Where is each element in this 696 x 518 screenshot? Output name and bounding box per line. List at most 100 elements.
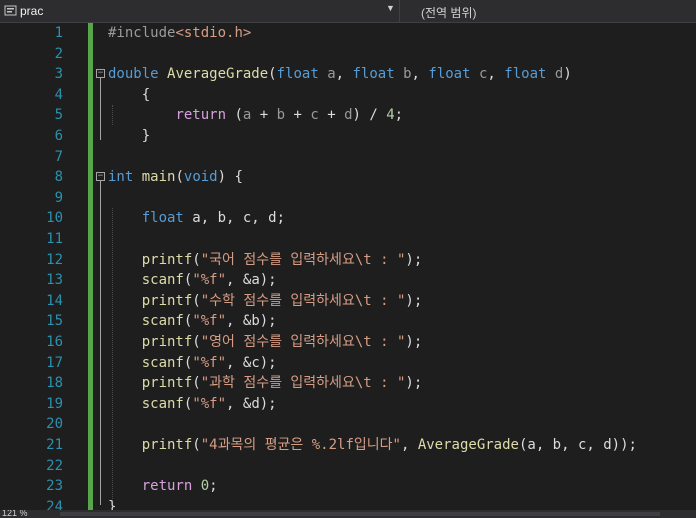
code-token: , &c); [226,354,277,371]
code-token: void [183,169,218,186]
line-number: 20 [46,416,63,433]
code-token: float [352,66,395,83]
line-number: 19 [46,395,63,412]
code-token: return [141,478,193,495]
member-scope-dropdown[interactable]: (전역 범위) [401,0,696,22]
code-editor[interactable]: − − 1 2 3 4 5 6 7 8 9 10 11 12 13 14 15 16 17 18 19 20 21 22 2… [0,23,696,515]
code-token: b [276,107,286,124]
code-token: printf [141,375,193,392]
code-line[interactable]: return 0; [108,476,218,497]
code-token: "국어 점수를 입력하세요\t : " [200,251,406,268]
project-scope-dropdown[interactable]: prac ▼ [0,0,400,22]
code-token: , &d); [226,395,277,412]
code-token: ; [394,107,404,124]
code-token: ( [192,437,201,453]
code-token: , [400,437,418,453]
horizontal-scrollbar[interactable] [60,512,660,516]
zoom-level[interactable]: 121 % [2,510,28,518]
code-token: printf [141,251,193,268]
code-token: <stdio.h> [175,25,252,41]
line-number: 2 [54,45,63,62]
line-number: 22 [46,457,63,474]
code-token: { [108,86,151,103]
code-token: AverageGrade [167,66,269,83]
code-token: "%f" [192,313,227,330]
code-token: return [175,107,227,124]
line-number: 6 [54,128,63,144]
code-line[interactable]: scanf("%f", &a); [108,270,277,291]
code-token: ; [209,478,218,495]
line-number: 4 [54,86,63,103]
line-number: 9 [54,189,63,206]
code-token: d [344,107,353,124]
code-token: printf [141,334,193,350]
code-line[interactable]: } [108,126,150,147]
code-token: ); [405,375,423,392]
code-line[interactable]: int main(void) { [108,167,243,188]
code-token: , [411,66,429,83]
code-token: "%f" [192,395,227,412]
code-line[interactable]: printf("국어 점수를 입력하세요\t : "); [108,250,423,271]
code-token: 0 [200,478,210,495]
line-number: 23 [46,478,63,495]
project-icon [4,5,17,16]
code-token: a, b, c, d; [183,210,286,227]
fold-region-line [100,181,101,505]
code-line[interactable]: scanf("%f", &c); [108,353,277,374]
code-line[interactable]: scanf("%f", &d); [108,394,277,415]
code-line[interactable]: printf("수학 점수를 입력하세요\t : "); [108,291,423,312]
line-number: 5 [54,107,63,124]
code-token: + [318,107,345,124]
code-token: #include [108,25,176,41]
code-token: scanf [141,313,184,330]
code-token: ( [192,292,201,309]
code-token: int [108,169,134,186]
line-number: 3 [54,66,63,83]
code-token: ( [175,169,184,186]
code-token: + [285,107,311,124]
code-line[interactable]: return (a + b + c + d) / 4; [108,105,403,126]
code-token: main [141,169,176,186]
code-token: (a, b, c, d)); [518,437,637,453]
code-token: ) { [217,169,243,186]
code-token: scanf [141,395,184,412]
code-token: + [251,107,277,124]
code-line[interactable]: #include<stdio.h> [108,23,251,44]
code-token: ); [405,334,423,350]
fold-toggle-icon[interactable]: − [96,172,105,181]
code-token: ); [405,292,423,309]
code-line[interactable]: printf("영어 점수를 입력하세요\t : "); [108,332,423,353]
fold-toggle-icon[interactable]: − [96,69,105,78]
code-line[interactable]: double AverageGrade(float a, float b, fl… [108,64,572,85]
code-token: , &b); [226,313,277,330]
code-token: "%f" [192,354,227,371]
line-number: 16 [46,334,63,350]
line-number: 14 [46,292,63,309]
line-number: 8 [54,169,63,186]
code-token: a [327,66,336,83]
chevron-down-icon[interactable]: ▼ [386,3,395,13]
code-token: float [504,66,547,83]
code-token: ( [192,375,201,392]
code-token: scanf [141,272,184,289]
code-token: ( [192,251,201,268]
code-line[interactable]: printf("4과목의 평균은 %.2lf입니다", AverageGrade… [108,435,637,456]
code-line[interactable]: float a, b, c, d; [108,208,285,229]
code-line[interactable]: scanf("%f", &b); [108,311,277,332]
code-line[interactable]: { [108,85,150,106]
line-number: 18 [46,375,63,392]
code-token: "과학 점수를 입력하세요\t : " [200,375,406,392]
code-line[interactable]: printf("과학 점수를 입력하세요\t : "); [108,373,423,394]
code-token: "4과목의 평균은 %.2lf입니다" [200,437,401,453]
code-token: "%f" [192,272,227,289]
code-token: 4 [386,107,395,124]
